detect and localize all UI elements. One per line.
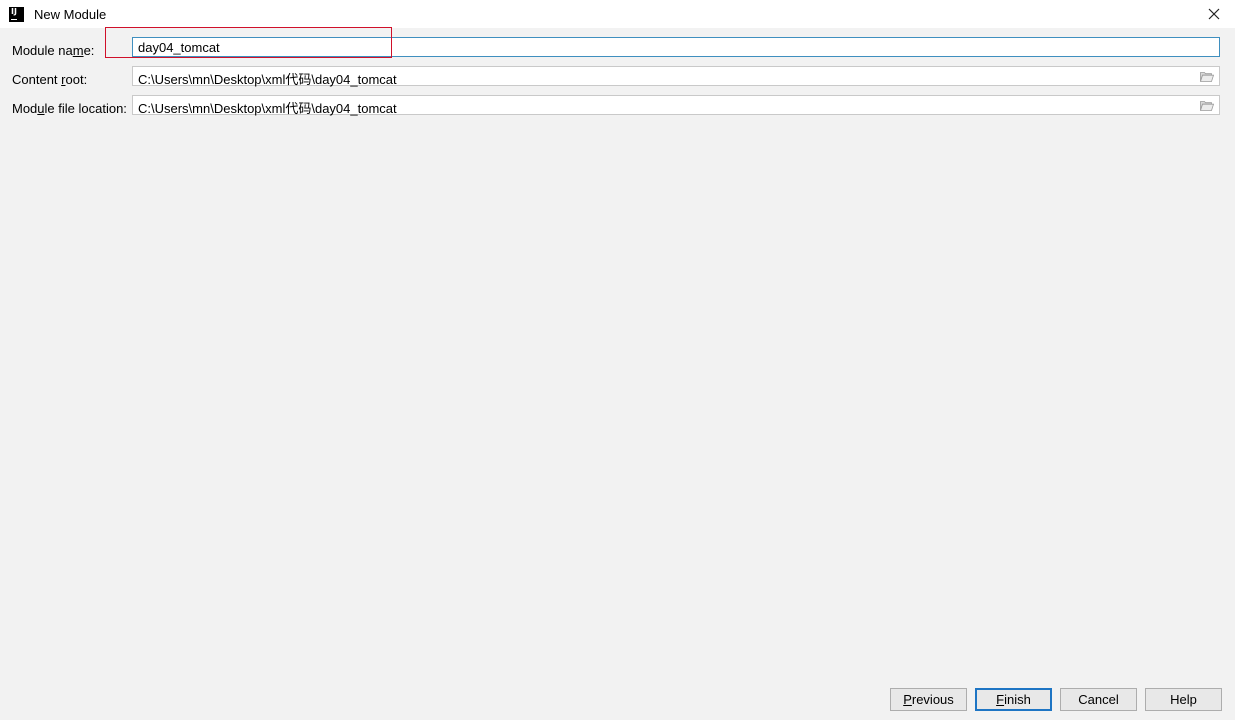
module-name-value: day04_tomcat xyxy=(138,40,220,55)
intellij-icon: IJ xyxy=(9,7,24,22)
module-name-input[interactable]: day04_tomcat xyxy=(132,37,1220,57)
help-button[interactable]: Help xyxy=(1145,688,1222,711)
new-module-dialog: IJ New Module Module name: day04_tomcat … xyxy=(0,0,1235,720)
previous-button[interactable]: Previous xyxy=(890,688,967,711)
window-title: New Module xyxy=(34,7,107,22)
title-bar: IJ New Module xyxy=(0,0,1235,28)
module-file-location-value: C:\Users\mn\Desktop\xml代码\day04_tomcat xyxy=(138,101,397,116)
finish-button[interactable]: Finish xyxy=(975,688,1052,711)
cancel-button[interactable]: Cancel xyxy=(1060,688,1137,711)
module-file-location-input[interactable]: C:\Users\mn\Desktop\xml代码\day04_tomcat xyxy=(132,95,1220,116)
close-icon[interactable] xyxy=(1206,6,1222,22)
content-root-input[interactable]: C:\Users\mn\Desktop\xml代码\day04_tomcat xyxy=(132,66,1220,87)
content-root-value: C:\Users\mn\Desktop\xml代码\day04_tomcat xyxy=(138,72,397,87)
module-file-location-label: Module file location: xyxy=(12,101,127,116)
module-name-label: Module name: xyxy=(12,43,95,58)
folder-icon[interactable] xyxy=(1200,71,1214,82)
folder-icon[interactable] xyxy=(1200,100,1214,111)
content-root-label: Content root: xyxy=(12,72,88,87)
